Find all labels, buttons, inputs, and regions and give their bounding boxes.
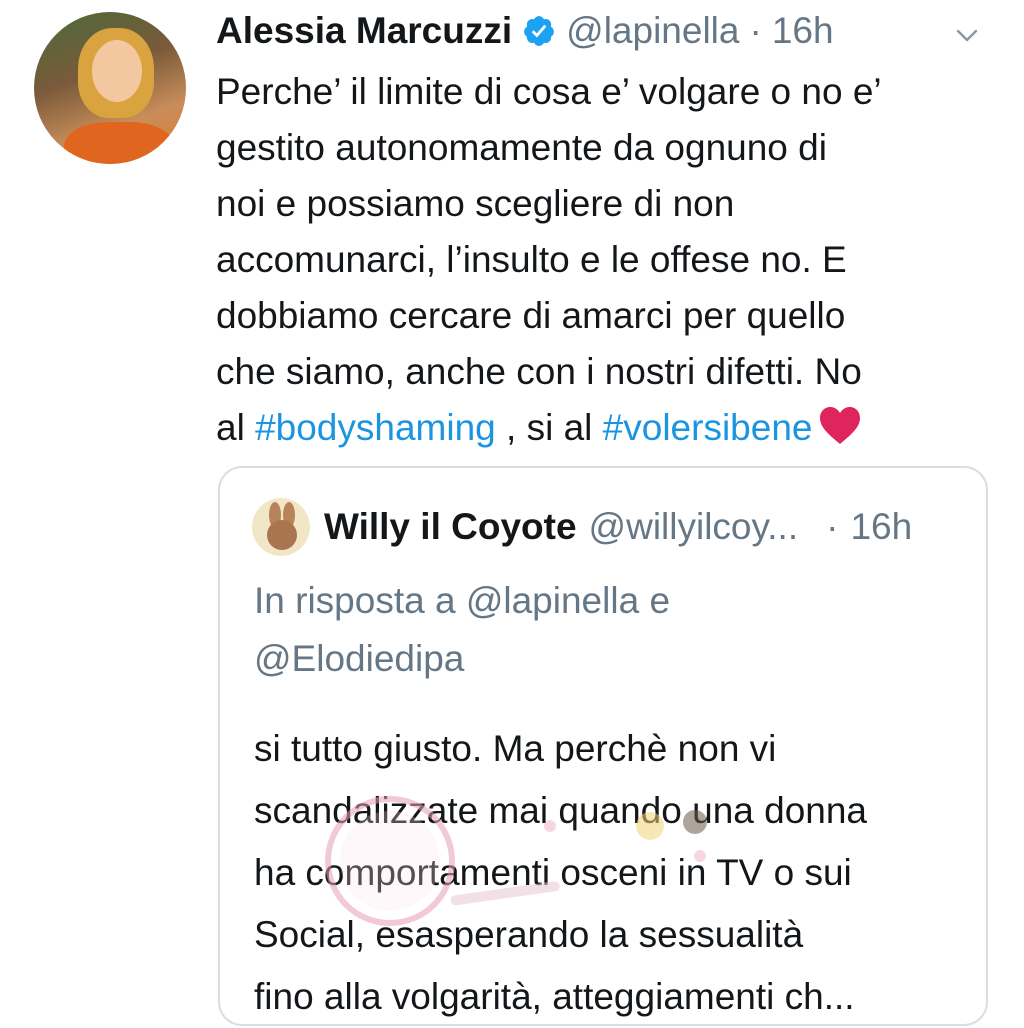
hashtag-bodyshaming-link[interactable]: #bodyshaming xyxy=(255,407,496,448)
quoted-author-avatar[interactable] xyxy=(252,498,310,556)
quoted-author-handle[interactable]: @willyilcoy... xyxy=(589,506,799,548)
tweet-line-last: al #bodyshaming , si al #volersibene xyxy=(216,400,986,456)
quoted-line: scandalizzate mai quando una donna xyxy=(254,790,868,831)
quoted-line: fino alla volgarità, atteggiamenti ch... xyxy=(254,976,855,1017)
verified-badge-icon xyxy=(524,16,555,46)
tweet-line: Perche’ il limite di cosa e’ volgare o n… xyxy=(216,71,882,112)
reply-context: In risposta a @lapinella e @Elodiedipa xyxy=(254,572,670,688)
tweet-body: Perche’ il limite di cosa e’ volgare o n… xyxy=(216,64,986,456)
quoted-tweet-card[interactable]: Willy il Coyote @willyilcoy... · 16h In … xyxy=(218,466,988,1026)
tweet-line: che siamo, anche con i nostri difetti. N… xyxy=(216,351,862,392)
avatar-head xyxy=(267,520,297,550)
text-prefix: al xyxy=(216,407,256,448)
author-avatar[interactable] xyxy=(34,12,186,164)
tweet-line: accomunarci, l’insulto e le offese no. E xyxy=(216,239,847,280)
quoted-author-name[interactable]: Willy il Coyote xyxy=(324,506,577,548)
tweet-line: noi e possiamo scegliere di non xyxy=(216,183,735,224)
chevron-down-icon[interactable] xyxy=(952,20,982,50)
quoted-line: ha comportamenti osceni in TV o sui xyxy=(254,852,852,893)
quoted-line: si tutto giusto. Ma perchè non vi xyxy=(254,728,777,769)
author-name[interactable]: Alessia Marcuzzi xyxy=(216,10,512,52)
tweet-line: dobbiamo cercare di amarci per quello xyxy=(216,295,846,336)
reply-line: @Elodiedipa xyxy=(254,638,465,679)
header-separator: · xyxy=(749,10,762,51)
quoted-tweet-header: Willy il Coyote @willyilcoy... · 16h xyxy=(324,498,912,556)
red-heart-icon xyxy=(820,407,861,444)
tweet-time[interactable]: 16h xyxy=(772,10,834,52)
tweet-line: gestito autonomamente da ognuno di xyxy=(216,127,827,168)
avatar-face xyxy=(92,40,142,102)
quoted-separator: · xyxy=(826,506,839,547)
author-handle[interactable]: @lapinella xyxy=(566,10,739,52)
quoted-line: Social, esasperando la sessualità xyxy=(254,914,804,955)
reply-line: In risposta a @lapinella e xyxy=(254,580,671,621)
avatar-clothing xyxy=(64,122,174,164)
hashtag-volersibene-link[interactable]: #volersibene xyxy=(603,407,813,448)
quoted-tweet-body: si tutto giusto. Ma perchè non vi scanda… xyxy=(254,718,867,1028)
tweet-header: Alessia Marcuzzi @lapinella · 16h xyxy=(216,6,834,56)
quoted-tweet-time[interactable]: 16h xyxy=(850,506,912,548)
text-middle: , si al xyxy=(495,407,603,448)
